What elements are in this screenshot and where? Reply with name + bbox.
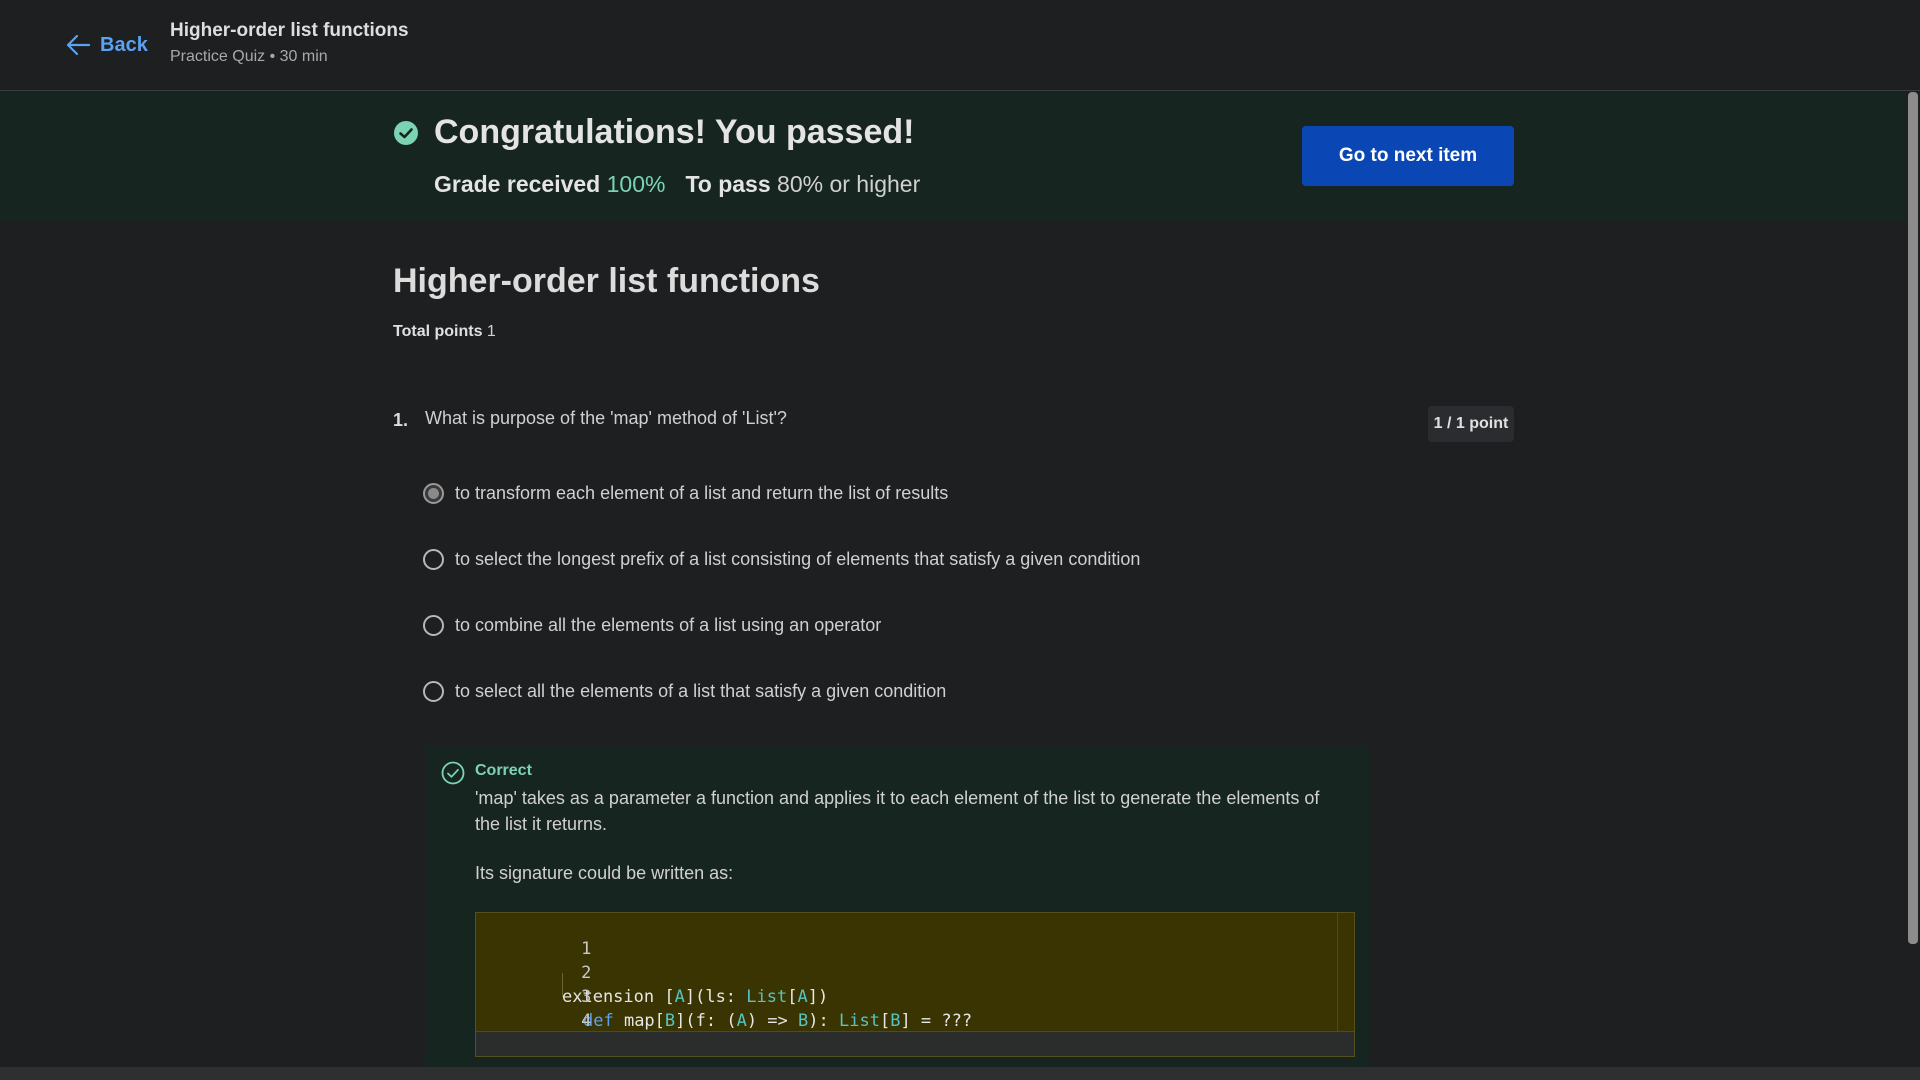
pass-label: To pass: [685, 171, 771, 197]
code-text: extension [A](ls: List[A]): [562, 987, 829, 1007]
code-block[interactable]: 1 2 extension [A](ls: List[A]) 3 def map…: [475, 912, 1355, 1057]
horizontal-scrollbar[interactable]: [0, 1067, 1920, 1080]
item-title: Higher-order list functions: [170, 20, 409, 41]
grade-received: Grade received 100%: [434, 171, 665, 198]
code-gutter-divider: [1337, 913, 1338, 1032]
item-subtitle: Practice Quiz • 30 min: [170, 48, 328, 65]
grade-row: Grade received 100% To pass 80% or highe…: [434, 171, 920, 198]
answer-option[interactable]: to combine all the elements of a list us…: [423, 610, 881, 640]
total-points-value: 1: [486, 323, 496, 340]
question-number: 1.: [393, 410, 409, 430]
code-text: def map[B](f: (A) => B): List[B] = ???: [583, 1011, 973, 1031]
grade-value: 100%: [606, 171, 666, 197]
quiz-title: Higher-order list functions: [393, 262, 820, 300]
check-circle-outline-icon: [441, 761, 465, 790]
code-scrollbar[interactable]: [476, 1031, 1354, 1056]
radio-button[interactable]: [423, 548, 444, 570]
total-points-label: Total points: [393, 323, 483, 340]
feedback-panel: Correct 'map' takes as a parameter a fun…: [425, 745, 1369, 1080]
go-to-next-item-button[interactable]: Go to next item: [1302, 126, 1514, 186]
code-line: 3 def map[B](f: (A) => B): List[B] = ???: [476, 961, 972, 1031]
question-text: What is purpose of the 'map' method of '…: [425, 408, 787, 428]
feedback-explanation: 'map' takes as a parameter a function an…: [475, 788, 1320, 834]
radio-button[interactable]: [423, 680, 444, 702]
option-label: to combine all the elements of a list us…: [455, 614, 882, 635]
radio-button[interactable]: [423, 614, 444, 636]
arrow-left-icon: [66, 34, 90, 56]
signature-intro: Its signature could be written as:: [475, 863, 734, 883]
radio-button-selected[interactable]: [423, 482, 444, 504]
pass-threshold: To pass 80% or higher: [685, 171, 920, 198]
code-line: 4: [476, 985, 591, 1031]
page-scrollbar-thumb[interactable]: [1908, 92, 1918, 944]
question-points-badge: 1 / 1 point: [1428, 406, 1514, 442]
pass-title: Congratulations! You passed!: [434, 113, 915, 151]
item-title-block: Higher-order list functions Practice Qui…: [170, 20, 409, 66]
grade-label: Grade received: [434, 171, 601, 197]
answer-option[interactable]: to select all the elements of a list tha…: [423, 676, 946, 706]
answer-option[interactable]: to transform each element of a list and …: [423, 478, 948, 508]
option-label: to select the longest prefix of a list c…: [455, 548, 1141, 569]
back-label: Back: [100, 33, 148, 56]
answer-option[interactable]: to select the longest prefix of a list c…: [423, 544, 1140, 574]
back-button[interactable]: Back: [66, 30, 148, 60]
top-bar: Back Higher-order list functions Practic…: [0, 0, 1920, 91]
option-label: to transform each element of a list and …: [455, 482, 949, 503]
result-banner: Congratulations! You passed! Grade recei…: [0, 91, 1906, 221]
option-label: to select all the elements of a list tha…: [455, 680, 947, 701]
pass-value: 80% or higher: [777, 171, 921, 197]
code-line: 1: [476, 913, 591, 959]
feedback-status: Correct: [475, 762, 532, 779]
code-line: 2 extension [A](ls: List[A]): [476, 937, 828, 1007]
line-number: 4: [581, 1011, 592, 1031]
total-points: Total points 1: [393, 323, 496, 341]
check-circle-icon: [394, 121, 418, 150]
